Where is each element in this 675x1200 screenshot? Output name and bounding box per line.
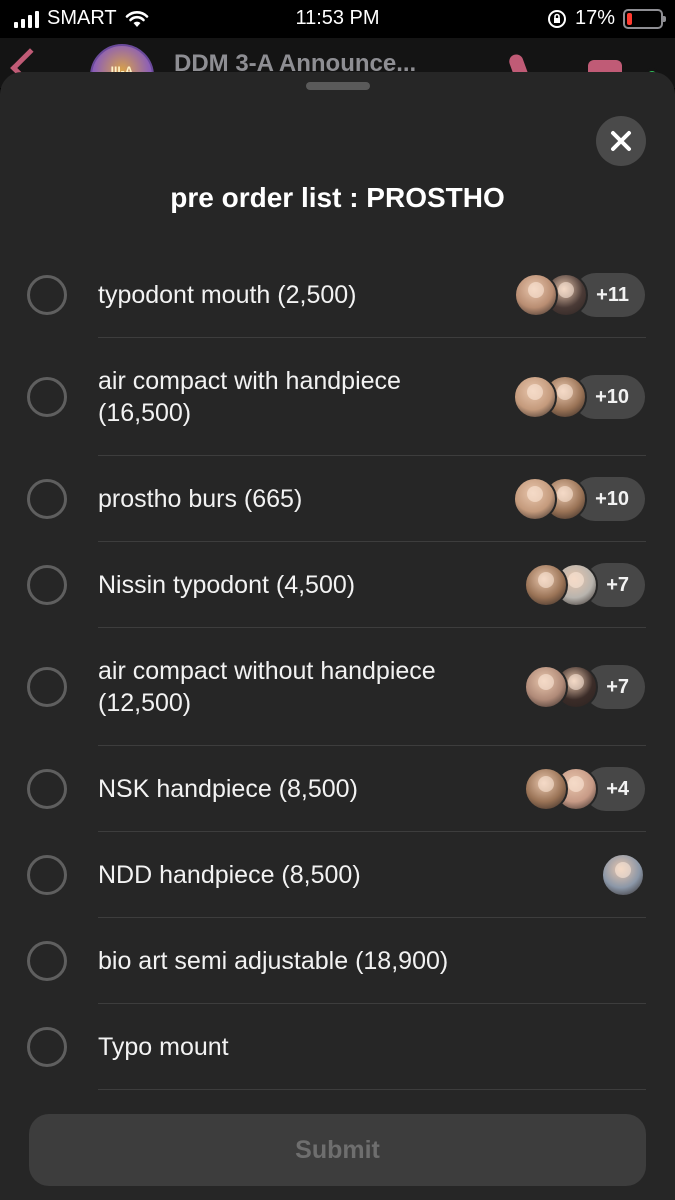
orientation-lock-icon — [547, 9, 566, 28]
poll-option[interactable]: prostho burs (665) +10 — [0, 456, 675, 542]
poll-option-label: air compact without handpiece (12,500) — [98, 657, 436, 717]
battery-fill — [627, 12, 632, 25]
voter-avatar — [601, 853, 645, 897]
poll-option-label: prostho burs (665) — [98, 485, 303, 513]
battery-icon — [623, 8, 666, 29]
voter-avatars[interactable]: +7 — [524, 563, 645, 607]
poll-option[interactable]: Nissin typodont (4,500) +7 — [0, 542, 675, 628]
poll-title: pre order list : PROSTHO — [170, 182, 505, 213]
voter-avatars[interactable]: +10 — [513, 375, 645, 419]
poll-option-label: Typo mount — [98, 1033, 229, 1061]
radio-button[interactable] — [27, 769, 67, 809]
voter-avatar — [513, 477, 558, 521]
poll-option[interactable]: air compact without handpiece (12,500) +7 — [0, 628, 675, 746]
poll-option[interactable]: NSK handpiece (8,500) +4 — [0, 746, 675, 832]
submit-button[interactable]: Submit — [29, 1114, 646, 1186]
radio-button[interactable] — [27, 855, 67, 895]
voter-avatar — [524, 767, 569, 811]
voter-avatar — [524, 563, 569, 607]
close-button[interactable] — [596, 116, 646, 166]
poll-option-label: NSK handpiece (8,500) — [98, 775, 358, 803]
voter-avatars[interactable] — [601, 853, 645, 897]
voter-avatars[interactable]: +11 — [514, 273, 645, 317]
status-bar: SMART 11:53 PM 17% — [0, 0, 675, 38]
poll-option-label: typodont mouth (2,500) — [98, 281, 357, 309]
poll-option[interactable]: typodont mouth (2,500) +11 — [0, 252, 675, 338]
poll-option-label: NDD handpiece (8,500) — [98, 861, 361, 889]
radio-button[interactable] — [27, 275, 67, 315]
radio-button[interactable] — [27, 377, 67, 417]
poll-options-list: typodont mouth (2,500) +11 air compact wit… — [0, 252, 675, 1090]
row-divider — [98, 1089, 646, 1090]
radio-button[interactable] — [27, 1027, 67, 1067]
voter-avatar — [524, 665, 569, 709]
radio-button[interactable] — [27, 941, 67, 981]
sheet-grabber[interactable] — [306, 82, 370, 90]
radio-button[interactable] — [27, 667, 67, 707]
poll-option[interactable]: bio art semi adjustable (18,900) — [0, 918, 675, 1004]
poll-option[interactable]: Typo mount — [0, 1004, 675, 1090]
poll-option[interactable]: NDD handpiece (8,500) — [0, 832, 675, 918]
radio-button[interactable] — [27, 565, 67, 605]
poll-sheet: pre order list : PROSTHO typodont mouth … — [0, 72, 675, 1200]
poll-option-label: air compact with handpiece (16,500) — [98, 367, 401, 427]
voter-avatar — [514, 273, 559, 317]
battery-percent: 17% — [574, 7, 615, 29]
poll-option-label: Nissin typodont (4,500) — [98, 571, 356, 599]
voter-avatars[interactable]: +4 — [524, 767, 645, 811]
poll-option-label: bio art semi adjustable (18,900) — [98, 947, 449, 975]
voter-avatars[interactable]: +10 — [513, 477, 645, 521]
voter-avatars[interactable]: +7 — [524, 665, 645, 709]
poll-option[interactable]: air compact with handpiece (16,500) +10 — [0, 338, 675, 456]
voter-avatar — [513, 375, 558, 419]
radio-button[interactable] — [27, 479, 67, 519]
close-icon — [611, 131, 631, 151]
status-right: 17% — [547, 7, 666, 30]
